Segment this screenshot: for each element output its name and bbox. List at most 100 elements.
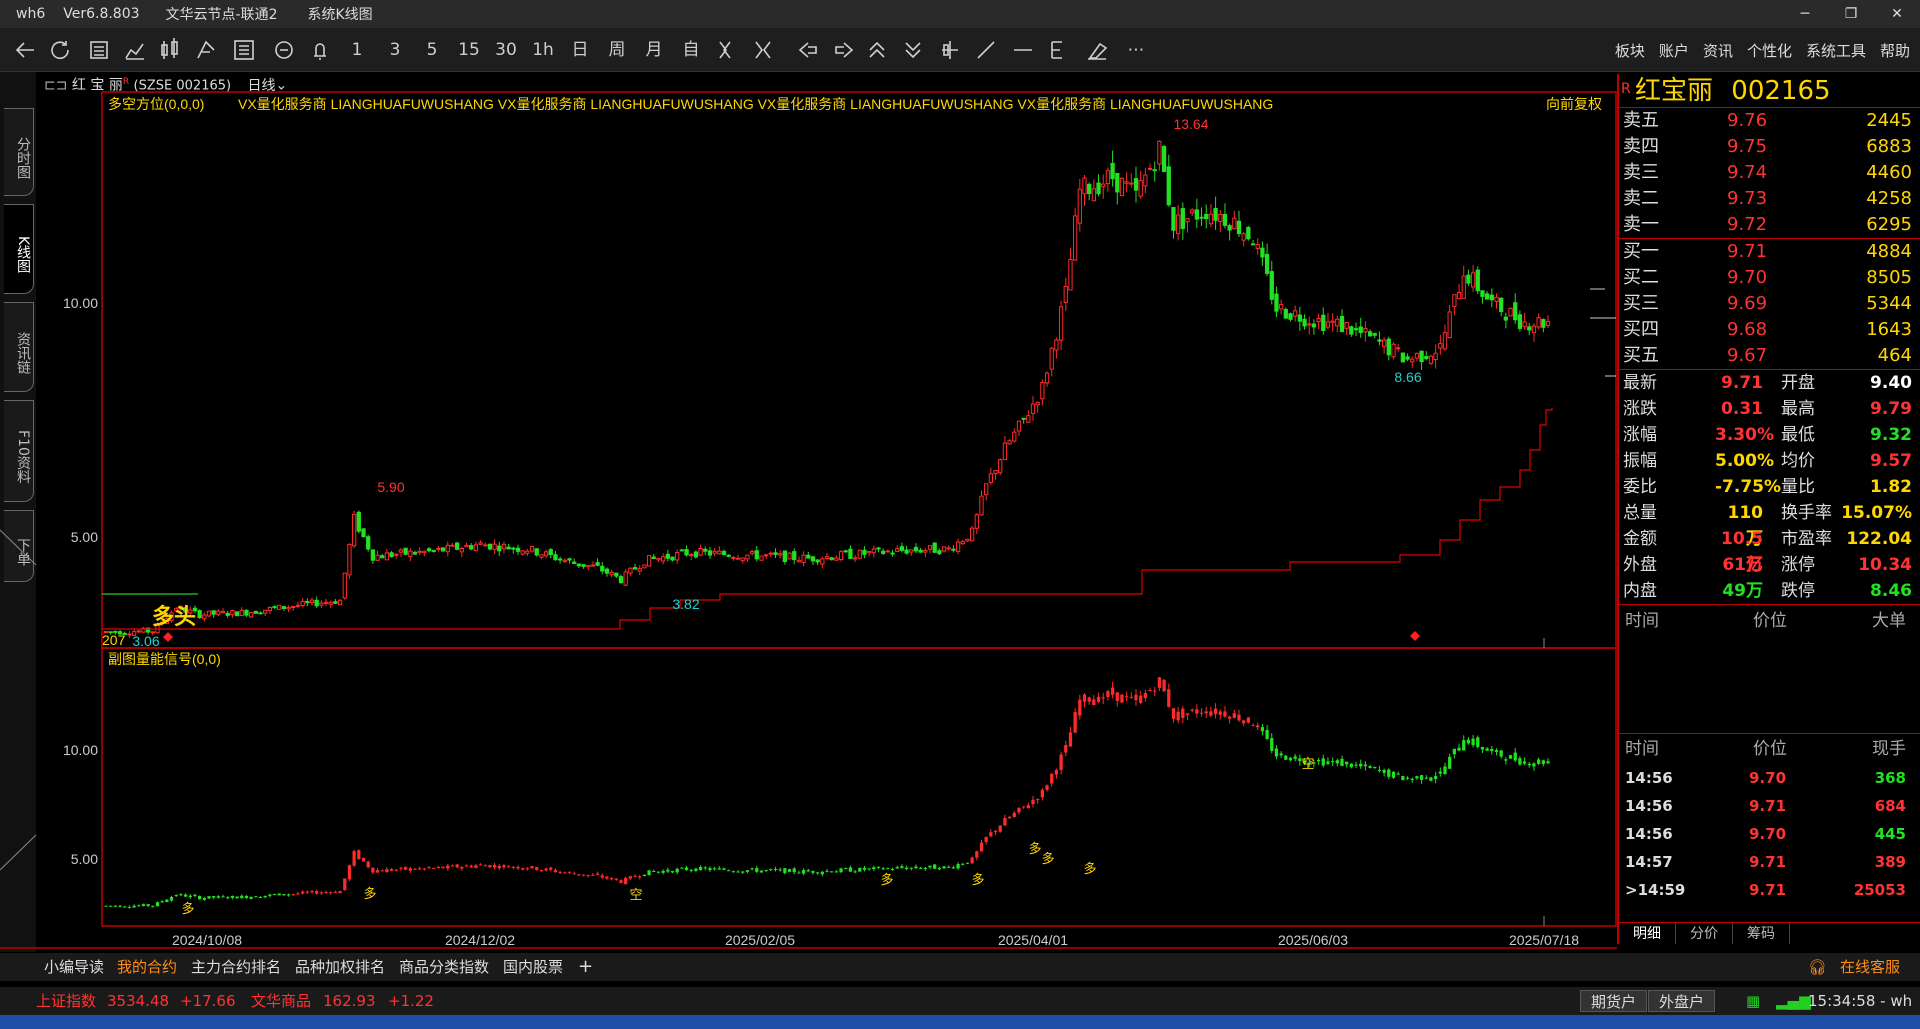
candle-body [909, 549, 914, 553]
clock: 15:34:58 - wh [1808, 992, 1913, 1010]
main-indicator-label[interactable]: 多空方位(0,0,0) [108, 96, 204, 112]
bid-row[interactable]: 买一 9.71 4884 [1619, 239, 1920, 265]
sub-candle-body [1167, 689, 1171, 707]
sub-candle-body [1476, 737, 1480, 747]
tab-guide[interactable]: 小编导读 [44, 953, 104, 981]
bid-row[interactable]: 买五 9.67 464 [1619, 343, 1920, 369]
ask-row[interactable]: 卖三 9.74 4460 [1619, 160, 1920, 186]
ask-volume: 2445 [1866, 110, 1912, 131]
adjust-mode[interactable]: 向前复权 [1546, 96, 1602, 112]
sub-candle-body [408, 868, 412, 871]
candle-body [1405, 356, 1410, 360]
bid-price: 9.71 [1727, 241, 1768, 262]
stat-value: 122.04 [1846, 529, 1912, 549]
sub-candle-body [464, 865, 469, 867]
candle-body [1124, 181, 1129, 184]
tab-detail[interactable]: 明细 [1619, 923, 1676, 944]
sub-candle-body [1195, 709, 1199, 714]
sub-candle-body [1401, 775, 1405, 781]
tab-commodity-index[interactable]: 商品分类指数 [399, 953, 489, 981]
ask-row[interactable]: 卖四 9.75 6883 [1619, 134, 1920, 160]
candle-body [1283, 308, 1288, 319]
sub-candle-body [1064, 744, 1068, 753]
grid-icon[interactable]: ▦ [1746, 987, 1760, 1015]
sub-candle-body [221, 896, 225, 898]
bid-row[interactable]: 买三 9.69 5344 [1619, 291, 1920, 317]
candle-body [717, 550, 722, 555]
candle-body [1115, 173, 1120, 193]
sub-candle-body [127, 906, 132, 908]
candle-body [946, 547, 951, 550]
candle-body [1222, 213, 1228, 226]
sub-candle-body [933, 864, 937, 869]
ask-row[interactable]: 卖一 9.72 6295 [1619, 212, 1920, 238]
sub-candle-body [1134, 694, 1138, 701]
long-signal: 多 [1041, 851, 1054, 866]
candle-body [660, 556, 666, 562]
bid-row[interactable]: 买四 9.68 1643 [1619, 317, 1920, 343]
sub-candle-body [1508, 755, 1513, 759]
stat-label: 开盘 [1781, 373, 1815, 393]
stat-row: 内盘 49万 跌停 8.46 [1619, 578, 1920, 604]
sub-indicator-label[interactable]: 副图量能信号(0,0) [108, 651, 221, 667]
candle-body [1264, 253, 1270, 274]
candle-body [1269, 271, 1274, 300]
sub-candle-body [614, 878, 618, 880]
sub-candle-body [413, 868, 417, 870]
short-signal: 空 [1301, 756, 1314, 771]
online-service[interactable]: 在线客服 [1840, 953, 1900, 981]
candle-body [370, 549, 376, 561]
tab-chips[interactable]: 筹码 [1733, 923, 1790, 944]
sub-candle-body [422, 868, 427, 870]
sub-candle-body [1213, 708, 1218, 715]
tab-price-dist[interactable]: 分价 [1676, 923, 1733, 944]
add-tab-button[interactable]: + [578, 953, 593, 981]
sub-candle-body [1265, 730, 1269, 739]
candle-body [1058, 306, 1064, 341]
sub-candle-body [656, 871, 661, 873]
candle-body [1072, 215, 1078, 261]
main-candles [103, 140, 1551, 638]
bid-row[interactable]: 买二 9.70 8505 [1619, 265, 1920, 291]
long-signal: 多 [181, 901, 194, 916]
tab-domestic-stocks[interactable]: 国内股票 [503, 953, 563, 981]
ask-row[interactable]: 卖五 9.76 2445 [1619, 108, 1920, 134]
sub-candle-body [694, 868, 698, 871]
right-panel: R 红宝丽 002165 卖五 9.76 2445 卖四 9.75 6883 卖三 9.7… [1617, 74, 1920, 944]
foreign-account-button[interactable]: 外盘户 [1648, 990, 1716, 1012]
sub-candle-body [216, 896, 221, 898]
candle-body [829, 557, 834, 561]
sub-candle-body [272, 894, 277, 896]
tab-my-contracts[interactable]: 我的合约 [117, 953, 177, 981]
sub-candle-body [638, 876, 642, 878]
sub-candle-body [300, 891, 305, 894]
candle-body [1049, 347, 1054, 370]
candle-body [1433, 352, 1438, 361]
tab-main-rank[interactable]: 主力合约排名 [191, 953, 281, 981]
candle-body [351, 513, 357, 547]
stat-value: 9.71 [1721, 373, 1763, 393]
headset-icon[interactable]: 🎧︎ [1808, 953, 1827, 981]
index1-name[interactable]: 上证指数 [36, 987, 96, 1015]
sub-candle-body [118, 905, 122, 907]
candle-body [735, 557, 741, 560]
diamond-marker [163, 632, 173, 642]
candle-body [838, 551, 844, 561]
candle-body [796, 559, 802, 563]
sub-candle-body [1405, 777, 1410, 779]
candle-body [740, 557, 745, 562]
tab-weighted-rank[interactable]: 品种加权排名 [295, 953, 385, 981]
candle-body [384, 552, 390, 561]
ask-row[interactable]: 卖二 9.73 4258 [1619, 186, 1920, 212]
index2-name[interactable]: 文华商品 [251, 987, 311, 1015]
index1-value: 3534.48 [107, 992, 170, 1010]
candle-body [1236, 220, 1242, 235]
sub-candle-body [815, 872, 820, 874]
sub-candle-body [418, 868, 422, 870]
ask-label: 卖四 [1623, 136, 1659, 157]
futures-account-button[interactable]: 期货户 [1580, 990, 1648, 1012]
sub-candle-body [755, 868, 759, 872]
candle-body [1091, 188, 1097, 202]
candle-body [478, 542, 483, 545]
sub-candle-body [1354, 764, 1358, 766]
